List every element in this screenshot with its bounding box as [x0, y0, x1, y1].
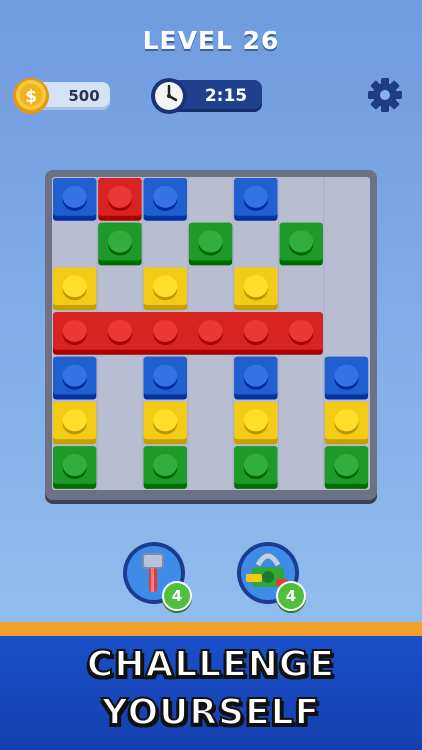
green-block[interactable]: [98, 222, 142, 266]
green-block[interactable]: [324, 446, 369, 489]
block-stud: [107, 319, 132, 342]
board-grid: [52, 177, 370, 490]
blue-block[interactable]: [234, 178, 278, 221]
block-stud: [153, 185, 178, 208]
block-stud: [289, 319, 314, 342]
block-stud: [243, 275, 268, 298]
block-stud: [243, 185, 268, 208]
hammer-booster[interactable]: 4: [122, 541, 192, 611]
yellow-block[interactable]: [234, 401, 278, 445]
coin-value: 500: [68, 87, 100, 105]
red-block[interactable]: [53, 312, 323, 355]
yellow-block[interactable]: [234, 267, 278, 311]
board-blocks: [53, 177, 369, 490]
coin-symbol: $: [25, 87, 37, 107]
block-stud: [107, 230, 132, 253]
block-stud: [62, 454, 87, 477]
green-block[interactable]: [234, 446, 278, 489]
banner-line-1: CHALLENGE: [86, 643, 336, 686]
yellow-block[interactable]: [53, 267, 97, 311]
block-stud: [198, 319, 223, 342]
banner-line-2: YOURSELF: [101, 691, 321, 734]
block-stud: [153, 275, 178, 298]
blue-block[interactable]: [234, 356, 278, 400]
green-block[interactable]: [143, 446, 187, 489]
blue-block[interactable]: [143, 356, 187, 400]
timer-value: 2:15: [204, 86, 248, 106]
block-stud: [153, 409, 178, 432]
green-block[interactable]: [188, 222, 233, 266]
block-stud: [107, 185, 132, 208]
block-stud: [153, 454, 178, 477]
blue-block[interactable]: [143, 178, 187, 221]
coin-icon: $: [13, 78, 49, 114]
yellow-block[interactable]: [324, 401, 369, 445]
block-stud: [243, 409, 268, 432]
level-title: LEVEL 26: [142, 26, 280, 55]
block-stud: [62, 364, 87, 387]
hammer-count-badge: 4: [162, 581, 192, 611]
blue-block[interactable]: [324, 356, 369, 400]
block-stud: [62, 319, 87, 342]
block-stud: [334, 409, 359, 432]
block-stud: [289, 230, 314, 253]
red-block[interactable]: [98, 178, 142, 221]
yellow-block[interactable]: [143, 267, 187, 311]
block-stud: [334, 364, 359, 387]
block-stud: [62, 185, 87, 208]
yellow-block[interactable]: [143, 401, 187, 445]
block-stud: [62, 409, 87, 432]
blue-block[interactable]: [53, 178, 97, 221]
banner-stripe: [0, 622, 422, 636]
block-stud: [198, 230, 223, 253]
block-stud: [153, 319, 178, 342]
block-stud: [153, 364, 178, 387]
unlock-count-badge: 4: [276, 581, 306, 611]
blue-block[interactable]: [53, 356, 97, 400]
block-stud: [243, 319, 268, 342]
yellow-block[interactable]: [53, 401, 97, 445]
unlock-booster[interactable]: 4: [236, 541, 306, 611]
block-stud: [243, 364, 268, 387]
green-block[interactable]: [53, 446, 97, 489]
green-block[interactable]: [279, 222, 323, 266]
clock-icon: [151, 78, 187, 114]
block-stud: [334, 454, 359, 477]
gear-icon[interactable]: [366, 76, 404, 114]
block-stud: [62, 275, 87, 298]
block-stud: [243, 454, 268, 477]
